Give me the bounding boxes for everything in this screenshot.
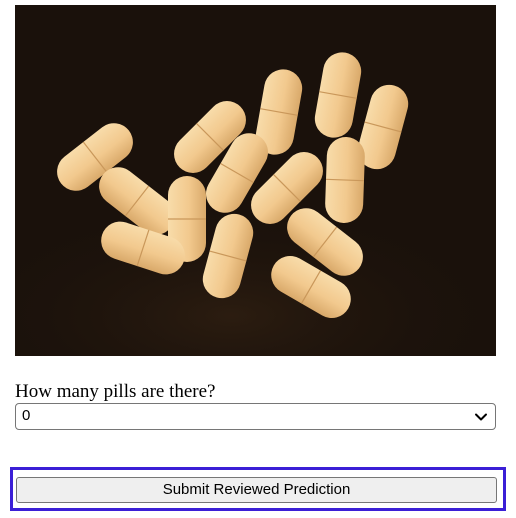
pills-photo (15, 5, 496, 356)
pill-count-select[interactable]: 0 (15, 403, 496, 430)
pill (325, 137, 365, 223)
review-form: How many pills are there? 0 Submit Revie… (0, 0, 516, 518)
submit-reviewed-prediction-button[interactable]: Submit Reviewed Prediction (16, 477, 497, 503)
submit-focus-outline: Submit Reviewed Prediction (10, 467, 506, 511)
selected-count-value: 0 (22, 407, 31, 424)
pill-count-question: How many pills are there? (15, 381, 216, 402)
chevron-down-icon (474, 410, 488, 424)
